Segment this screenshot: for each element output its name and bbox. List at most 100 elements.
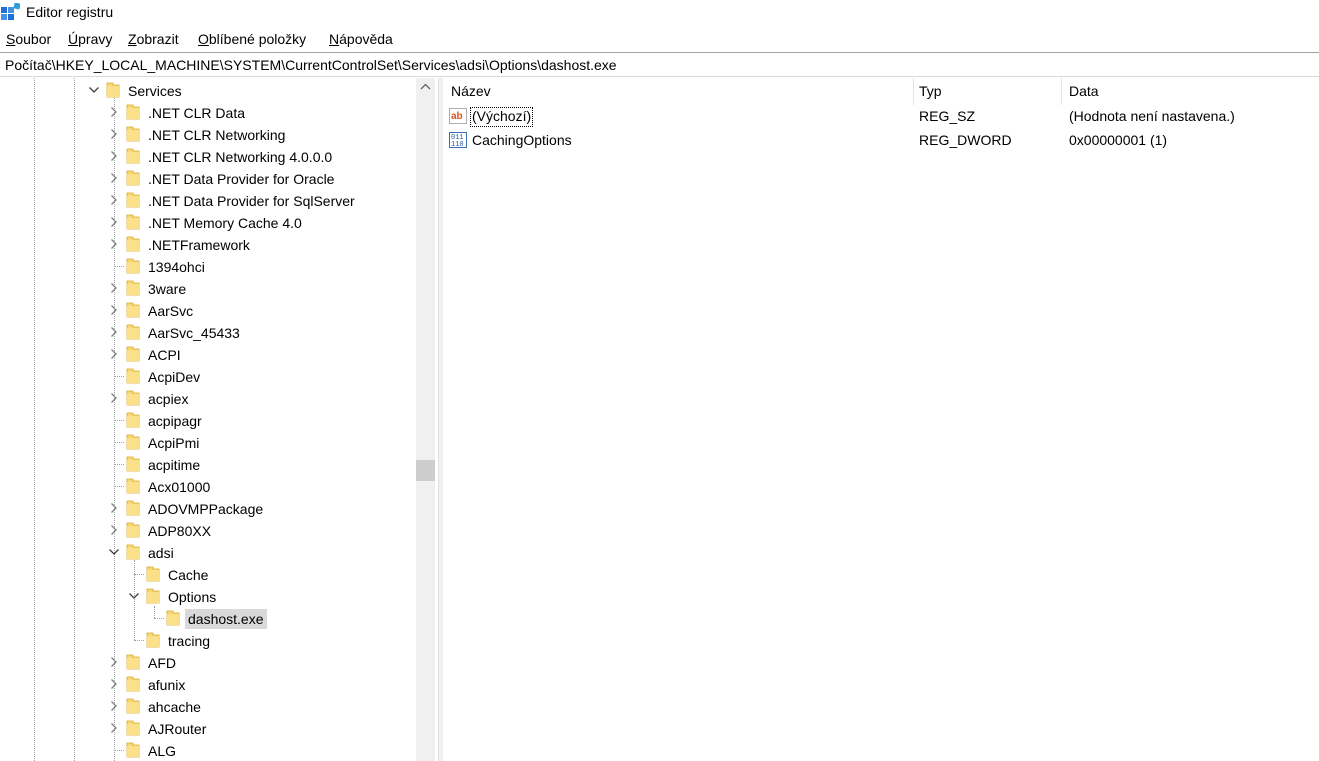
column-header-data[interactable]: Data: [1061, 78, 1319, 105]
chevron-right-icon[interactable]: [106, 651, 122, 673]
address-bar[interactable]: Počítač\HKEY_LOCAL_MACHINE\SYSTEM\Curren…: [0, 52, 1319, 77]
chevron-right-icon[interactable]: [106, 695, 122, 717]
chevron-right-icon[interactable]: [106, 101, 122, 123]
tree-node[interactable]: .NET CLR Networking 4.0.0.0: [0, 145, 416, 167]
value-name[interactable]: (Výchozí): [470, 107, 534, 127]
tree-node[interactable]: dashost.exe: [0, 607, 416, 629]
tree-node-label[interactable]: AarSvc_45433: [145, 323, 243, 343]
tree-node[interactable]: AcpiPmi: [0, 431, 416, 453]
tree-node[interactable]: Cache: [0, 563, 416, 585]
column-header-name[interactable]: Název: [443, 78, 914, 105]
column-header-type[interactable]: Typ: [911, 78, 1061, 105]
chevron-right-icon[interactable]: [106, 717, 122, 739]
chevron-right-icon[interactable]: [106, 299, 122, 321]
tree-node-label[interactable]: acpiex: [145, 389, 191, 409]
tree-node-label[interactable]: ADP80XX: [145, 521, 214, 541]
tree-node-label[interactable]: AJRouter: [145, 719, 209, 739]
tree-node-label[interactable]: Services: [125, 81, 185, 101]
tree-node[interactable]: .NET Data Provider for Oracle: [0, 167, 416, 189]
chevron-down-icon[interactable]: [106, 541, 122, 563]
tree-node-label[interactable]: acpipagr: [145, 411, 205, 431]
chevron-right-icon[interactable]: [106, 145, 122, 167]
tree-node[interactable]: .NETFramework: [0, 233, 416, 255]
tree-node[interactable]: AcpiDev: [0, 365, 416, 387]
chevron-right-icon[interactable]: [106, 277, 122, 299]
tree-node-label[interactable]: .NET Data Provider for SqlServer: [145, 191, 358, 211]
tree-node[interactable]: ADP80XX: [0, 519, 416, 541]
chevron-down-icon[interactable]: [86, 79, 102, 101]
tree-node[interactable]: Services: [0, 79, 416, 101]
tree-node-label[interactable]: .NET CLR Data: [145, 103, 248, 123]
tree-node[interactable]: ACPI: [0, 343, 416, 365]
chevron-right-icon[interactable]: [106, 343, 122, 365]
tree-node[interactable]: acpiex: [0, 387, 416, 409]
tree-node[interactable]: AFD: [0, 651, 416, 673]
tree-node[interactable]: 1394ohci: [0, 255, 416, 277]
address-path[interactable]: Počítač\HKEY_LOCAL_MACHINE\SYSTEM\Curren…: [5, 57, 617, 73]
tree-node[interactable]: acpitime: [0, 453, 416, 475]
chevron-right-icon[interactable]: [106, 233, 122, 255]
chevron-right-icon[interactable]: [106, 387, 122, 409]
tree-node[interactable]: tracing: [0, 629, 416, 651]
chevron-right-icon[interactable]: [106, 123, 122, 145]
tree-node[interactable]: 3ware: [0, 277, 416, 299]
tree-node[interactable]: Acx01000: [0, 475, 416, 497]
tree-node-label[interactable]: Options: [165, 587, 219, 607]
tree-node-label[interactable]: AFD: [145, 653, 179, 673]
tree-node[interactable]: acpipagr: [0, 409, 416, 431]
tree-node-label[interactable]: tracing: [165, 631, 213, 651]
chevron-right-icon[interactable]: [106, 519, 122, 541]
tree-node[interactable]: Options: [0, 585, 416, 607]
tree-node[interactable]: AJRouter: [0, 717, 416, 739]
tree-node[interactable]: ahcache: [0, 695, 416, 717]
tree-node-label[interactable]: 1394ohci: [145, 257, 208, 277]
tree-node[interactable]: AarSvc_45433: [0, 321, 416, 343]
tree-node-label[interactable]: dashost.exe: [185, 609, 267, 629]
tree-node-label[interactable]: acpitime: [145, 455, 203, 475]
tree-node[interactable]: .NET Data Provider for SqlServer: [0, 189, 416, 211]
menu-napoveda[interactable]: Nápověda: [329, 31, 393, 47]
tree-node[interactable]: .NET CLR Networking: [0, 123, 416, 145]
chevron-right-icon[interactable]: [106, 211, 122, 233]
chevron-right-icon[interactable]: [106, 167, 122, 189]
tree-node[interactable]: AarSvc: [0, 299, 416, 321]
tree-node-label[interactable]: AarSvc: [145, 301, 196, 321]
tree-node-label[interactable]: AcpiDev: [145, 367, 203, 387]
tree-node-label[interactable]: AcpiPmi: [145, 433, 202, 453]
tree-node[interactable]: .NET Memory Cache 4.0: [0, 211, 416, 233]
tree-node-label[interactable]: ahcache: [145, 697, 204, 717]
tree-node[interactable]: ALG: [0, 739, 416, 761]
tree-node-label[interactable]: ALG: [145, 741, 179, 761]
tree-node-label[interactable]: .NETFramework: [145, 235, 253, 255]
tree-node[interactable]: .NET CLR Data: [0, 101, 416, 123]
tree-node-label[interactable]: .NET Memory Cache 4.0: [145, 213, 305, 233]
tree-node[interactable]: adsi: [0, 541, 416, 563]
menu-zobrazit[interactable]: Zobrazit: [128, 31, 179, 47]
tree-node-label[interactable]: .NET CLR Networking: [145, 125, 288, 145]
tree-node-label[interactable]: Cache: [165, 565, 211, 585]
scroll-thumb[interactable]: [416, 460, 435, 481]
tree-node-label[interactable]: afunix: [145, 675, 188, 695]
tree-node-label[interactable]: 3ware: [145, 279, 189, 299]
scroll-up-arrow-icon[interactable]: [416, 78, 435, 97]
menu-upravy[interactable]: Úpravy: [68, 31, 112, 47]
value-row-default[interactable]: ab (Výchozí) REG_SZ (Hodnota není nastav…: [443, 105, 1319, 129]
tree-node[interactable]: afunix: [0, 673, 416, 695]
tree-node[interactable]: ADOVMPPackage: [0, 497, 416, 519]
chevron-right-icon[interactable]: [106, 321, 122, 343]
key-tree[interactable]: Services .NET CLR Data .NET CLR Networking…: [0, 78, 438, 761]
value-row-cachingoptions[interactable]: 011 110 CachingOptions REG_DWORD 0x00000…: [443, 129, 1319, 153]
tree-node-label[interactable]: .NET Data Provider for Oracle: [145, 169, 337, 189]
tree-node-label[interactable]: .NET CLR Networking 4.0.0.0: [145, 147, 335, 167]
tree-node-label[interactable]: ACPI: [145, 345, 184, 365]
chevron-right-icon[interactable]: [106, 497, 122, 519]
tree-node-label[interactable]: Acx01000: [145, 477, 213, 497]
values-list[interactable]: Název Typ Data ab (Výchozí) REG_SZ (Hodn…: [443, 78, 1319, 761]
menu-oblibene[interactable]: Oblíbené položky: [198, 31, 306, 47]
tree-scrollbar[interactable]: [416, 78, 435, 761]
chevron-right-icon[interactable]: [106, 673, 122, 695]
tree-node-label[interactable]: adsi: [145, 543, 177, 563]
value-name[interactable]: CachingOptions: [470, 131, 574, 151]
menu-soubor[interactable]: Soubor: [6, 31, 51, 47]
chevron-right-icon[interactable]: [106, 189, 122, 211]
